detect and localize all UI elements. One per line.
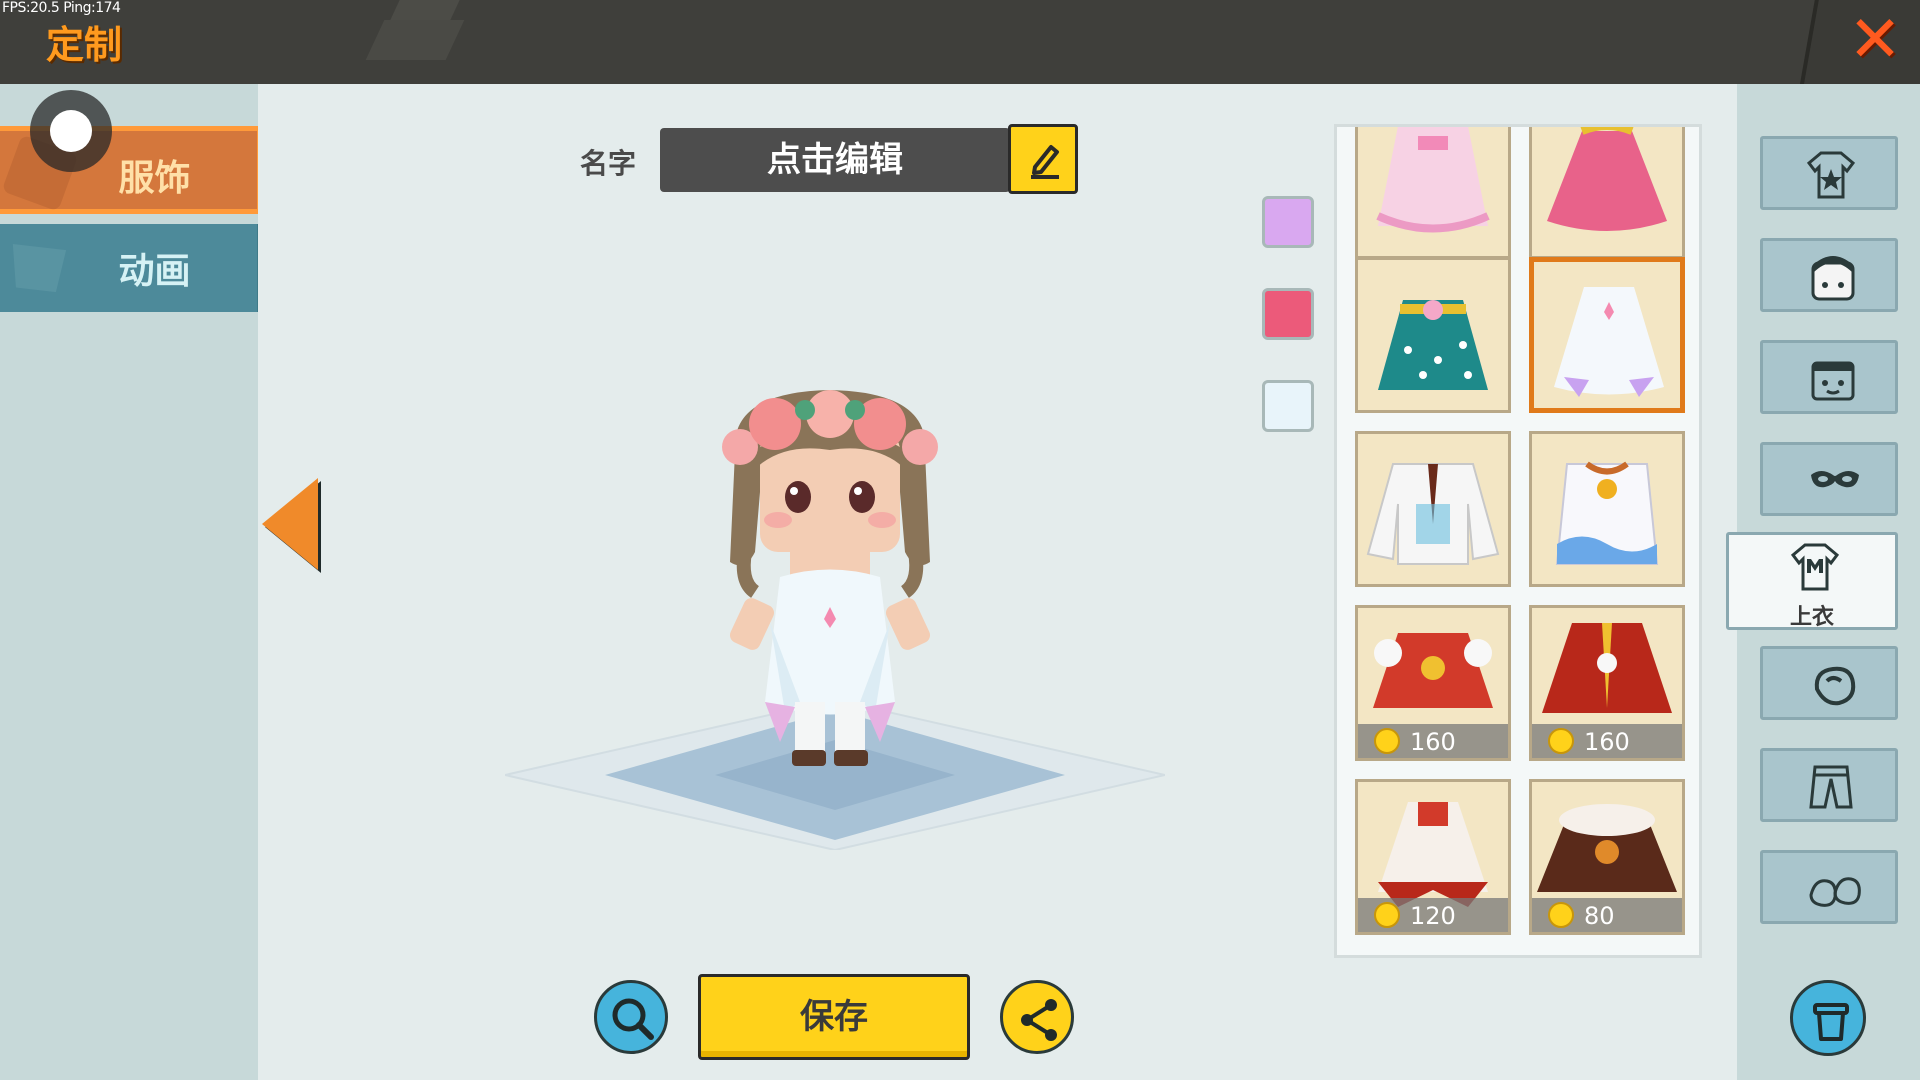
white-petal-dress-icon (1554, 287, 1664, 397)
tab-animation[interactable]: 动画 (0, 224, 262, 312)
coin-icon (1374, 902, 1400, 928)
category-top-label: 上衣 (1789, 605, 1834, 630)
page-title: 定制 (46, 23, 123, 67)
name-label: 名字 (580, 147, 637, 180)
category-glove[interactable] (1760, 646, 1898, 720)
item-white-wave-vest[interactable] (1529, 431, 1685, 587)
close-icon[interactable]: ✕ (1846, 8, 1904, 72)
item-pink-petal-skirt[interactable] (1529, 127, 1685, 259)
item-price: 80 (1584, 902, 1615, 930)
item-red-white-dress[interactable]: 120 (1355, 779, 1511, 935)
item-red-festival-top[interactable]: 160 (1355, 605, 1511, 761)
zoom-button[interactable] (594, 980, 668, 1054)
white-wave-vest-icon (1555, 461, 1659, 565)
shoes-icon (1809, 877, 1861, 907)
save-button[interactable]: 保存 (698, 974, 970, 1060)
coin-icon (1548, 902, 1574, 928)
category-face[interactable] (1760, 340, 1898, 414)
zoom-icon (612, 998, 654, 1040)
item-red-robe[interactable]: 160 (1529, 605, 1685, 761)
pink-lace-dress-icon (1376, 127, 1490, 233)
share-icon (1021, 999, 1057, 1041)
teal-polka-dress-icon (1378, 300, 1488, 390)
item-teal-polka-dress[interactable] (1355, 257, 1511, 413)
category-shoes[interactable] (1760, 850, 1898, 924)
coin-icon (1548, 728, 1574, 754)
face-icon (1811, 361, 1855, 401)
share-button[interactable] (1000, 980, 1074, 1054)
top-icon (1791, 543, 1839, 591)
pants-icon (1809, 765, 1853, 809)
color-swatch-pink[interactable] (1262, 288, 1314, 340)
character-avatar[interactable] (700, 372, 960, 792)
category-outfit[interactable] (1760, 136, 1898, 210)
coin-icon (1374, 728, 1400, 754)
glove-icon (1814, 666, 1856, 706)
trash-icon (1813, 1003, 1849, 1041)
previous-arrow-icon[interactable] (262, 478, 318, 570)
pink-petal-skirt-icon (1547, 127, 1667, 231)
name-input[interactable]: 点击编辑 (660, 128, 1010, 192)
header-decoration (365, 20, 465, 60)
color-swatch-white[interactable] (1262, 380, 1314, 432)
color-swatch-purple[interactable] (1262, 196, 1314, 248)
item-price: 160 (1410, 728, 1456, 756)
item-price: 160 (1584, 728, 1630, 756)
item-pink-lace-dress[interactable] (1355, 127, 1511, 259)
category-mask[interactable] (1760, 442, 1898, 516)
pencil-icon (1031, 145, 1059, 179)
category-hair[interactable] (1760, 238, 1898, 312)
tab-animation-label: 动画 (118, 251, 191, 292)
item-white-suit-jacket[interactable] (1355, 431, 1511, 587)
item-white-petal-dress[interactable] (1529, 257, 1685, 413)
edit-name-button[interactable] (1008, 124, 1078, 194)
left-sidebar: 服饰 动画 (0, 84, 262, 1080)
category-top[interactable]: 上衣 (1726, 532, 1898, 630)
category-pants[interactable] (1760, 748, 1898, 822)
item-brown-fur-cape[interactable]: 80 (1529, 779, 1685, 935)
item-grid: 160 160 120 80 (1334, 124, 1702, 958)
header-decoration (390, 0, 460, 20)
mask-icon (1811, 471, 1859, 488)
top-bar: FPS:20.5 Ping:174 定制 ✕ (0, 0, 1920, 84)
white-suit-jacket-icon (1366, 463, 1500, 565)
hair-icon (1811, 256, 1855, 301)
item-price: 120 (1410, 902, 1456, 930)
delete-button[interactable] (1790, 980, 1866, 1056)
outfit-icon (1807, 151, 1855, 199)
touch-indicator (30, 90, 112, 172)
